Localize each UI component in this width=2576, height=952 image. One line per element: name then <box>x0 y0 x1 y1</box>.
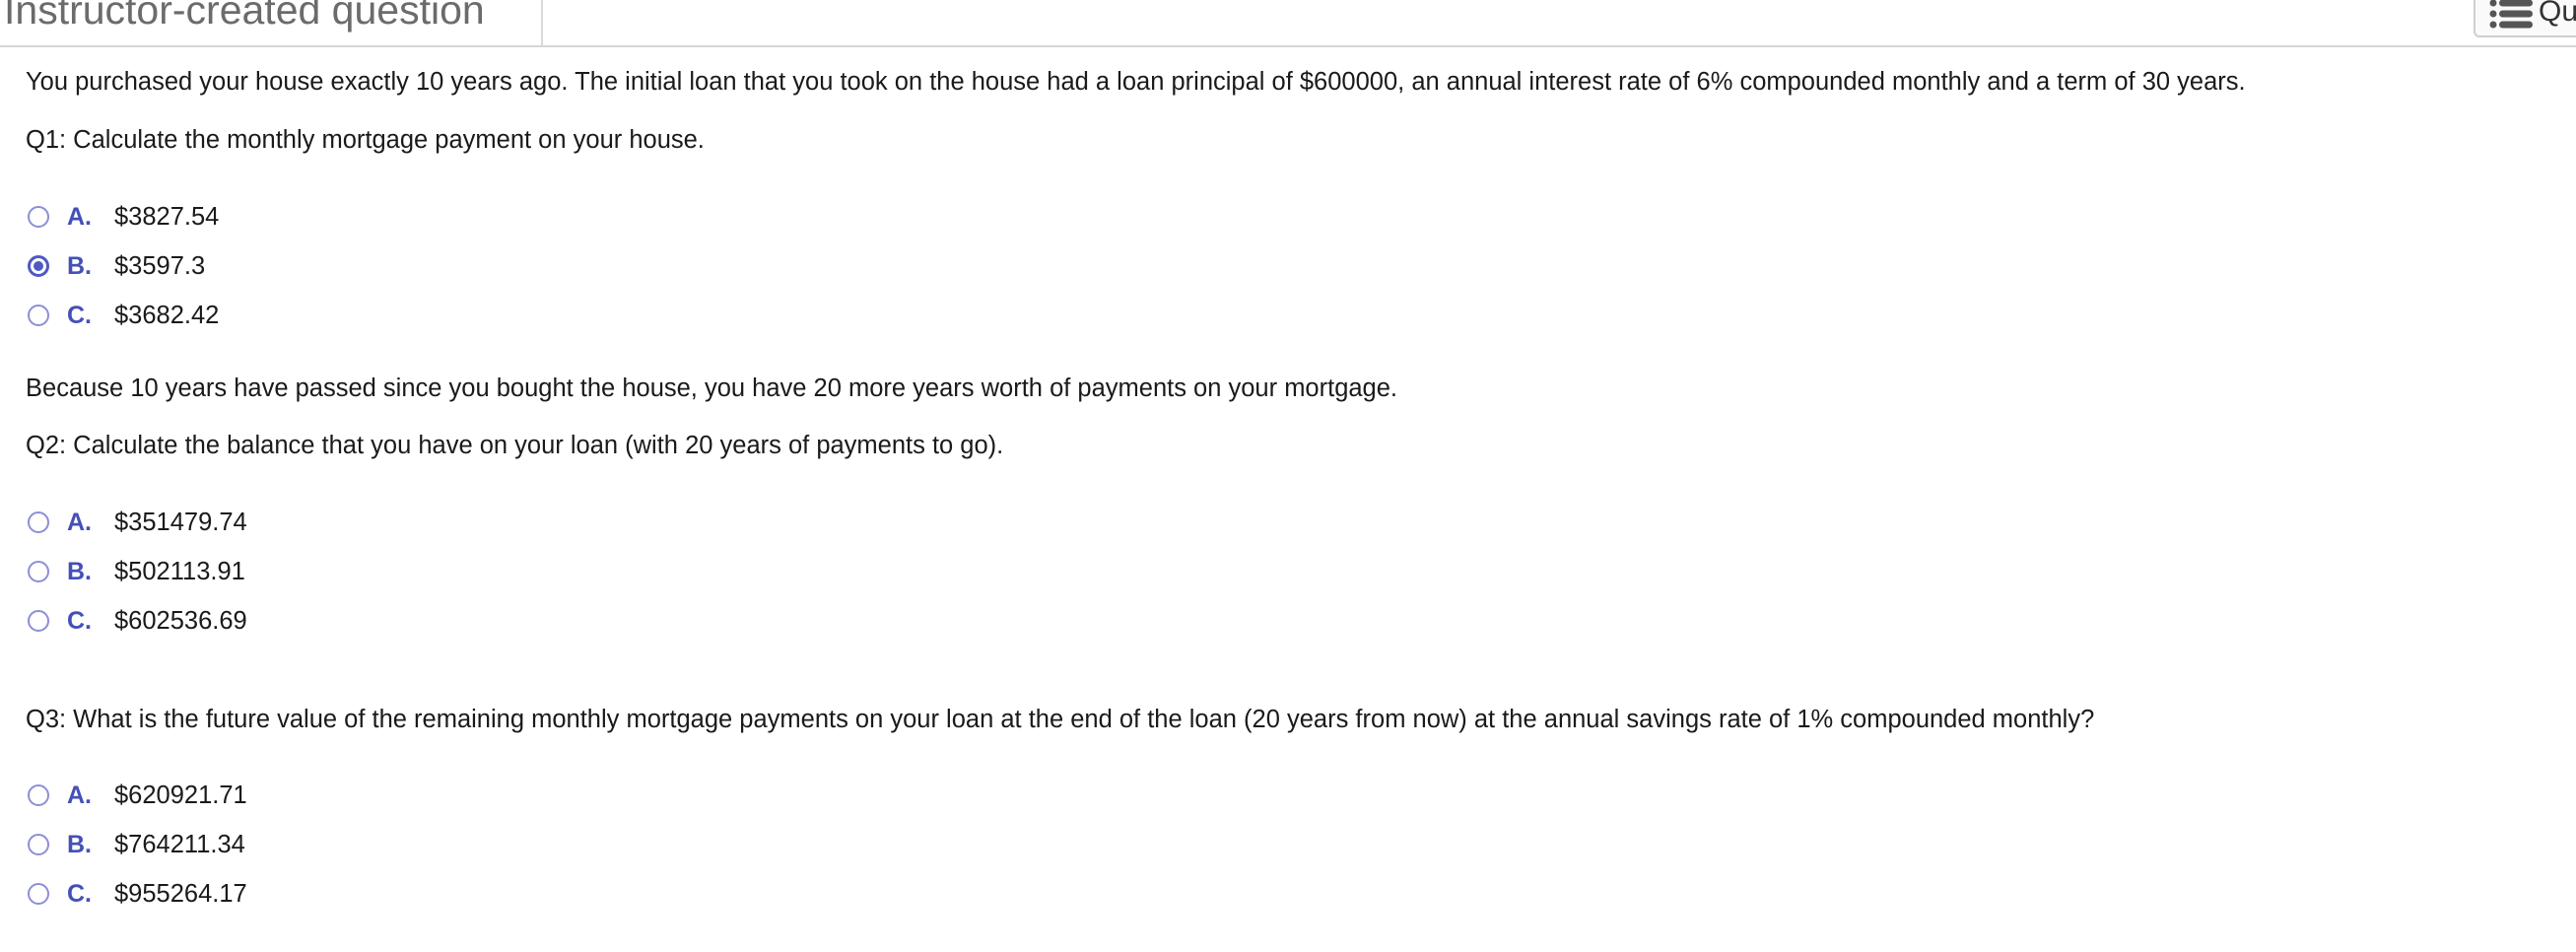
q3-option-b-value: $764211.34 <box>114 831 245 858</box>
q2-text: Q2: Calculate the balance that you have … <box>26 432 1004 459</box>
list-icon <box>2489 0 2533 29</box>
q3-option-c-letter: C. <box>67 880 92 908</box>
q2-option-c-value: $602536.69 <box>114 607 247 635</box>
q2-option-a-radio[interactable] <box>28 511 49 533</box>
q2-option-c-letter: C. <box>67 607 92 635</box>
q3-option-a-radio[interactable] <box>28 784 49 806</box>
q1-option-b-radio[interactable] <box>28 255 49 277</box>
q2-option-b-value: $502113.91 <box>114 558 245 585</box>
q3-option-b-letter: B. <box>67 831 92 858</box>
question-list-button[interactable]: Qu <box>2474 0 2576 37</box>
q1-option-c-value: $3682.42 <box>114 302 220 329</box>
q1-option-a-radio[interactable] <box>28 206 49 228</box>
question-list-label: Qu <box>2539 0 2576 28</box>
question-header: Instructor-created question Qu <box>0 0 2576 47</box>
problem-intro: You purchased your house exactly 10 year… <box>26 68 2246 96</box>
q2-option-a-value: $351479.74 <box>114 509 247 536</box>
q3-text: Q3: What is the future value of the rema… <box>26 706 2095 733</box>
q3-option-a-value: $620921.71 <box>114 782 247 809</box>
q3-option-c-value: $955264.17 <box>114 880 247 908</box>
q1-option-a-letter: A. <box>67 203 92 231</box>
q1-option-c-radio[interactable] <box>28 305 49 326</box>
problem-middle: Because 10 years have passed since you b… <box>26 374 1398 402</box>
q3-option-c-radio[interactable] <box>28 883 49 905</box>
page-title: Instructor-created question <box>4 0 485 33</box>
q1-option-b-letter: B. <box>67 252 92 280</box>
q3-option-a-letter: A. <box>67 782 92 809</box>
q1-text: Q1: Calculate the monthly mortgage payme… <box>26 126 705 154</box>
q2-option-c-radio[interactable] <box>28 610 49 632</box>
q2-option-a-letter: A. <box>67 509 92 536</box>
q1-option-a-value: $3827.54 <box>114 203 220 231</box>
q2-option-b-letter: B. <box>67 558 92 585</box>
q3-option-b-radio[interactable] <box>28 834 49 855</box>
header-divider <box>541 0 543 45</box>
q1-option-b-value: $3597.3 <box>114 252 206 280</box>
q1-option-c-letter: C. <box>67 302 92 329</box>
q2-option-b-radio[interactable] <box>28 561 49 582</box>
